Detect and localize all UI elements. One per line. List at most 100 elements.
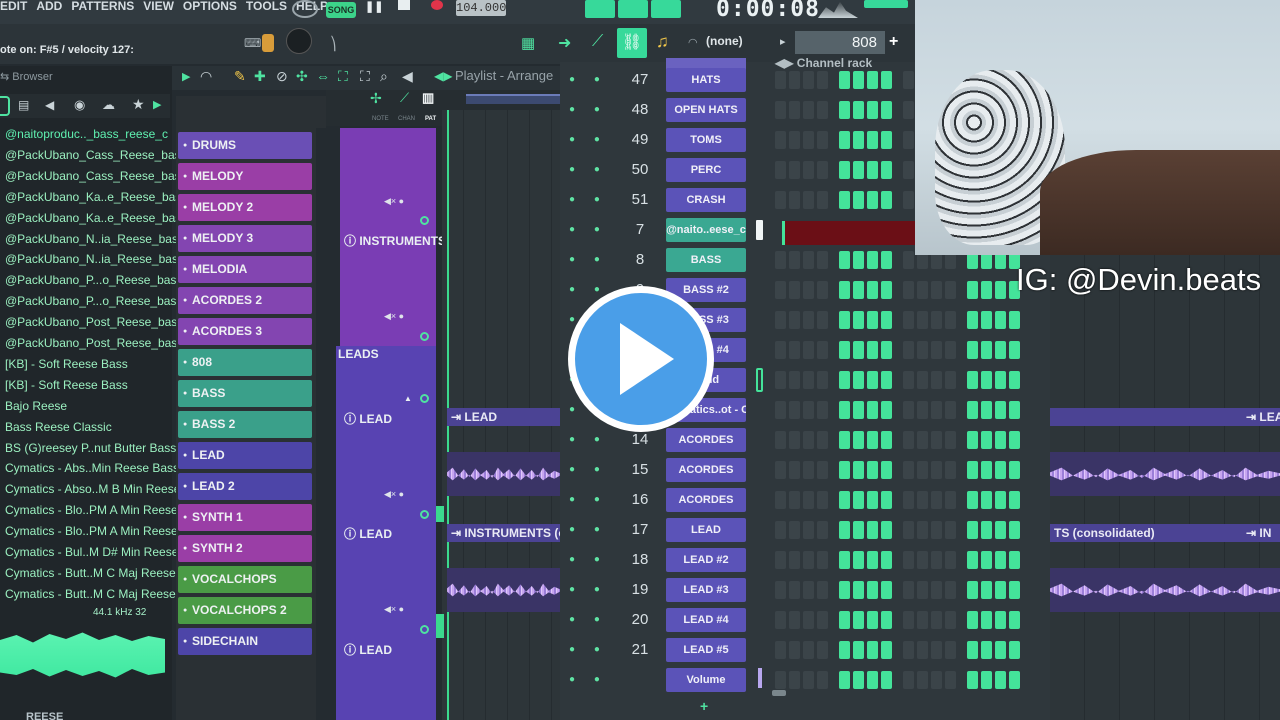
step-button[interactable] bbox=[917, 281, 928, 299]
channel-number[interactable]: 14 bbox=[626, 431, 654, 448]
browser-item[interactable]: Cymatics - Bul..M D# Min Reese bbox=[5, 545, 178, 559]
step-button[interactable] bbox=[881, 611, 892, 629]
menu-options[interactable]: OPTIONS bbox=[183, 0, 237, 14]
step-button[interactable] bbox=[853, 101, 864, 119]
channel-number[interactable]: 49 bbox=[626, 131, 654, 148]
step-button[interactable] bbox=[817, 671, 828, 689]
step-button[interactable] bbox=[931, 521, 942, 539]
step-button[interactable] bbox=[839, 191, 850, 209]
step-button[interactable] bbox=[967, 461, 978, 479]
step-button[interactable] bbox=[839, 371, 850, 389]
step-button[interactable] bbox=[839, 491, 850, 509]
step-button[interactable] bbox=[853, 371, 864, 389]
channel-number[interactable]: 15 bbox=[626, 461, 654, 478]
step-button[interactable] bbox=[903, 131, 914, 149]
pattern-track[interactable]: DRUMS bbox=[178, 132, 312, 159]
step-button[interactable] bbox=[995, 401, 1006, 419]
channel-button[interactable]: @naito..eese_c bbox=[666, 218, 746, 242]
step-button[interactable] bbox=[903, 341, 914, 359]
step-button[interactable] bbox=[853, 491, 864, 509]
step-button[interactable] bbox=[853, 641, 864, 659]
step-button[interactable] bbox=[967, 311, 978, 329]
step-button[interactable] bbox=[903, 491, 914, 509]
step-button[interactable] bbox=[775, 131, 786, 149]
channel-select-indicator[interactable] bbox=[758, 668, 762, 688]
step-button[interactable] bbox=[789, 131, 800, 149]
step-button[interactable] bbox=[881, 461, 892, 479]
step-button[interactable] bbox=[789, 671, 800, 689]
channel-mute-toggle[interactable]: ● ● bbox=[569, 164, 608, 175]
track-mute-icon[interactable]: ◀× ● bbox=[384, 196, 404, 207]
step-button[interactable] bbox=[967, 551, 978, 569]
step-button[interactable] bbox=[917, 671, 928, 689]
step-button[interactable] bbox=[917, 311, 928, 329]
pattern-track[interactable]: SYNTH 1 bbox=[178, 504, 312, 531]
step-button[interactable] bbox=[867, 641, 878, 659]
step-button[interactable] bbox=[775, 161, 786, 179]
step-button[interactable] bbox=[981, 461, 992, 479]
channel-number[interactable]: 7 bbox=[626, 221, 654, 238]
cloud-icon[interactable]: ☁ bbox=[102, 97, 115, 113]
step-button[interactable] bbox=[903, 461, 914, 479]
step-button[interactable] bbox=[789, 461, 800, 479]
step-button[interactable] bbox=[945, 641, 956, 659]
step-button[interactable] bbox=[867, 281, 878, 299]
channel-button[interactable]: ACORDES bbox=[666, 458, 746, 482]
channel-mute-toggle[interactable]: ● ● bbox=[569, 614, 608, 625]
step-button[interactable] bbox=[967, 671, 978, 689]
step-button[interactable] bbox=[917, 581, 928, 599]
step-button[interactable] bbox=[789, 641, 800, 659]
step-button[interactable] bbox=[917, 551, 928, 569]
channel-button[interactable]: LEAD #3 bbox=[666, 578, 746, 602]
step-button[interactable] bbox=[803, 521, 814, 539]
step-button[interactable] bbox=[1009, 431, 1020, 449]
step-button[interactable] bbox=[931, 311, 942, 329]
step-button[interactable] bbox=[839, 251, 850, 269]
step-button[interactable] bbox=[945, 551, 956, 569]
channel-number[interactable]: 18 bbox=[626, 551, 654, 568]
step-button[interactable] bbox=[917, 611, 928, 629]
step-button[interactable] bbox=[789, 371, 800, 389]
step-button[interactable] bbox=[775, 71, 786, 89]
step-button[interactable] bbox=[903, 251, 914, 269]
audio-clip-waveform[interactable] bbox=[1050, 452, 1280, 496]
step-button[interactable] bbox=[789, 251, 800, 269]
step-button[interactable] bbox=[945, 581, 956, 599]
browser-collapse-icon[interactable] bbox=[0, 96, 10, 116]
keyboard-icon[interactable]: ⌨ bbox=[244, 36, 261, 50]
channel-mute-toggle[interactable]: ● ● bbox=[569, 674, 608, 685]
step-button[interactable] bbox=[839, 101, 850, 119]
channel-button[interactable]: Volume bbox=[666, 668, 746, 692]
step-button[interactable] bbox=[775, 551, 786, 569]
pattern-track[interactable]: ACORDES 2 bbox=[178, 287, 312, 314]
step-button[interactable] bbox=[931, 431, 942, 449]
step-button[interactable] bbox=[881, 551, 892, 569]
paint-icon[interactable]: ✚ bbox=[254, 68, 266, 85]
step-button[interactable] bbox=[903, 371, 914, 389]
step-button[interactable] bbox=[775, 191, 786, 209]
channel-number[interactable]: 48 bbox=[626, 101, 654, 118]
step-button[interactable] bbox=[817, 131, 828, 149]
step-button[interactable] bbox=[903, 671, 914, 689]
step-button[interactable] bbox=[881, 281, 892, 299]
pattern-track[interactable]: VOCALCHOPS 2 bbox=[178, 597, 312, 624]
step-button[interactable] bbox=[839, 461, 850, 479]
step-button[interactable] bbox=[931, 401, 942, 419]
step-button[interactable] bbox=[853, 131, 864, 149]
step-button[interactable] bbox=[945, 341, 956, 359]
step-button[interactable] bbox=[803, 341, 814, 359]
step-edit-button[interactable] bbox=[618, 0, 648, 18]
step-button[interactable] bbox=[1009, 461, 1020, 479]
piano-icon[interactable]: ▦ bbox=[521, 34, 535, 52]
playlist-menu-icon[interactable]: ◀▶ bbox=[434, 69, 452, 83]
piano-roll-preview[interactable] bbox=[782, 221, 916, 245]
step-button[interactable] bbox=[839, 281, 850, 299]
tempo-tap-icon[interactable]: ⎞ bbox=[330, 36, 337, 52]
step-button[interactable] bbox=[775, 461, 786, 479]
chevron-right-icon[interactable]: ▶ bbox=[153, 98, 161, 111]
step-button[interactable] bbox=[1009, 311, 1020, 329]
step-button[interactable] bbox=[981, 521, 992, 539]
step-button[interactable] bbox=[853, 161, 864, 179]
channel-button[interactable]: ACORDES bbox=[666, 428, 746, 452]
step-button[interactable] bbox=[867, 251, 878, 269]
